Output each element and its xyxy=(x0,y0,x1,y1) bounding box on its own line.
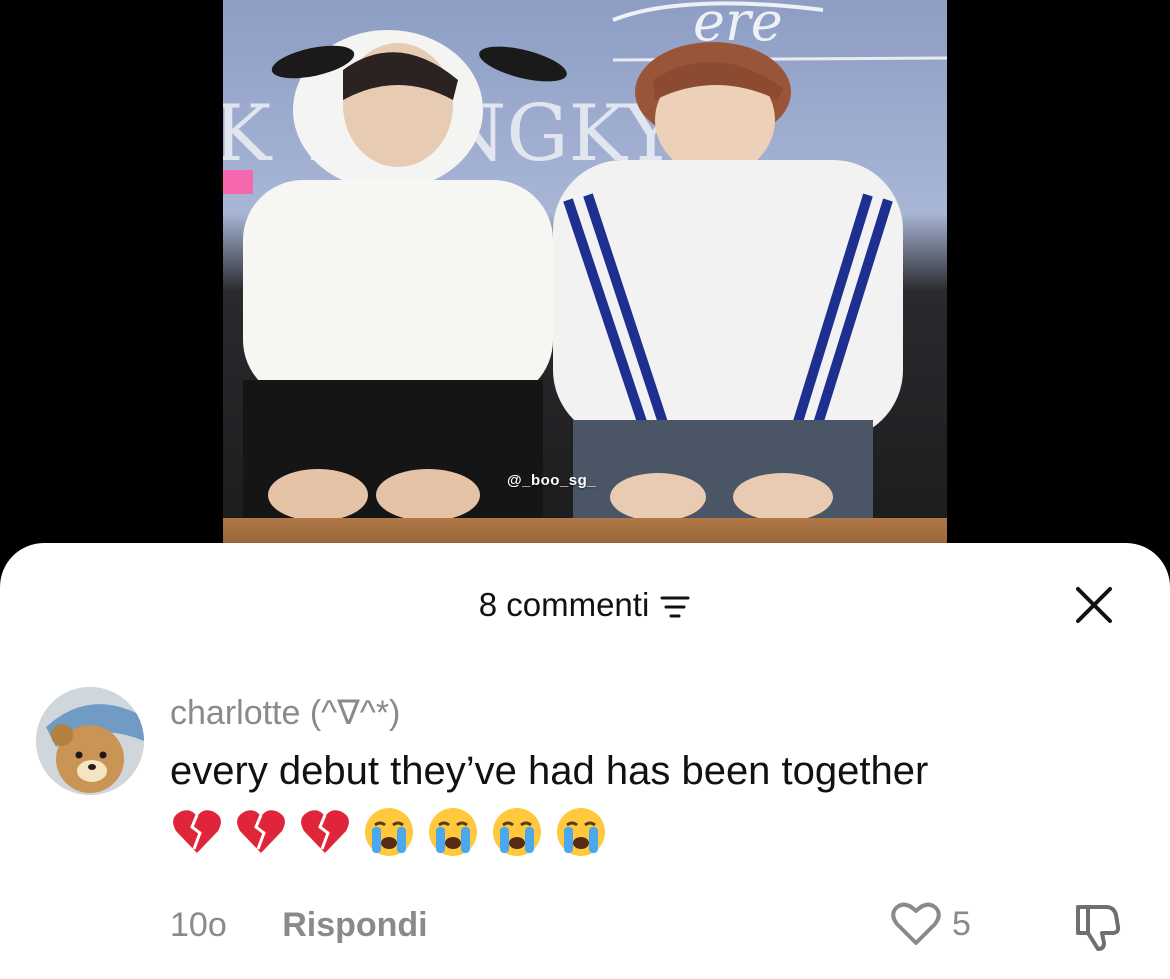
like-count: 5 xyxy=(952,904,971,943)
comment-username[interactable]: charlotte (^∇^*) xyxy=(170,691,1130,735)
comment-body: charlotte (^∇^*) every debut they’ve had… xyxy=(170,691,1130,859)
broken-heart-icon xyxy=(301,810,349,853)
heart-outline-icon xyxy=(891,902,941,945)
crying-face-icon xyxy=(493,808,541,856)
crying-face-icon xyxy=(365,808,413,856)
reply-button[interactable]: Rispondi xyxy=(282,903,427,947)
broken-heart-icon xyxy=(173,810,221,853)
comment-count-sort[interactable]: 8 commenti xyxy=(479,583,692,627)
video-watermark: @_boo_sg_ xyxy=(507,472,597,489)
comments-sheet: 8 commenti charlotte (^∇^*) every debut … xyxy=(0,543,1170,979)
like-button[interactable]: 5 xyxy=(890,901,971,947)
video-player[interactable]: ere K Y UNGKY xyxy=(223,0,947,560)
filter-icon[interactable] xyxy=(659,593,691,621)
screen: ere K Y UNGKY xyxy=(0,0,1170,979)
comment-actions: 10o Rispondi xyxy=(170,903,428,947)
thumbs-down-icon[interactable] xyxy=(1070,899,1124,953)
comments-header: 8 commenti xyxy=(0,583,1170,627)
teddy-bear-avatar-image xyxy=(36,687,144,795)
comment-timestamp: 10o xyxy=(170,906,227,944)
broken-heart-icon xyxy=(237,810,285,853)
comment-text: every debut they’ve had has been togethe… xyxy=(170,749,929,793)
comment-count-label: 8 commenti xyxy=(478,586,650,623)
crying-face-icon xyxy=(429,808,477,856)
comment-emoji-row xyxy=(170,805,1130,859)
avatar[interactable] xyxy=(36,687,144,795)
close-icon[interactable] xyxy=(1074,585,1114,625)
crying-face-icon xyxy=(557,808,605,856)
